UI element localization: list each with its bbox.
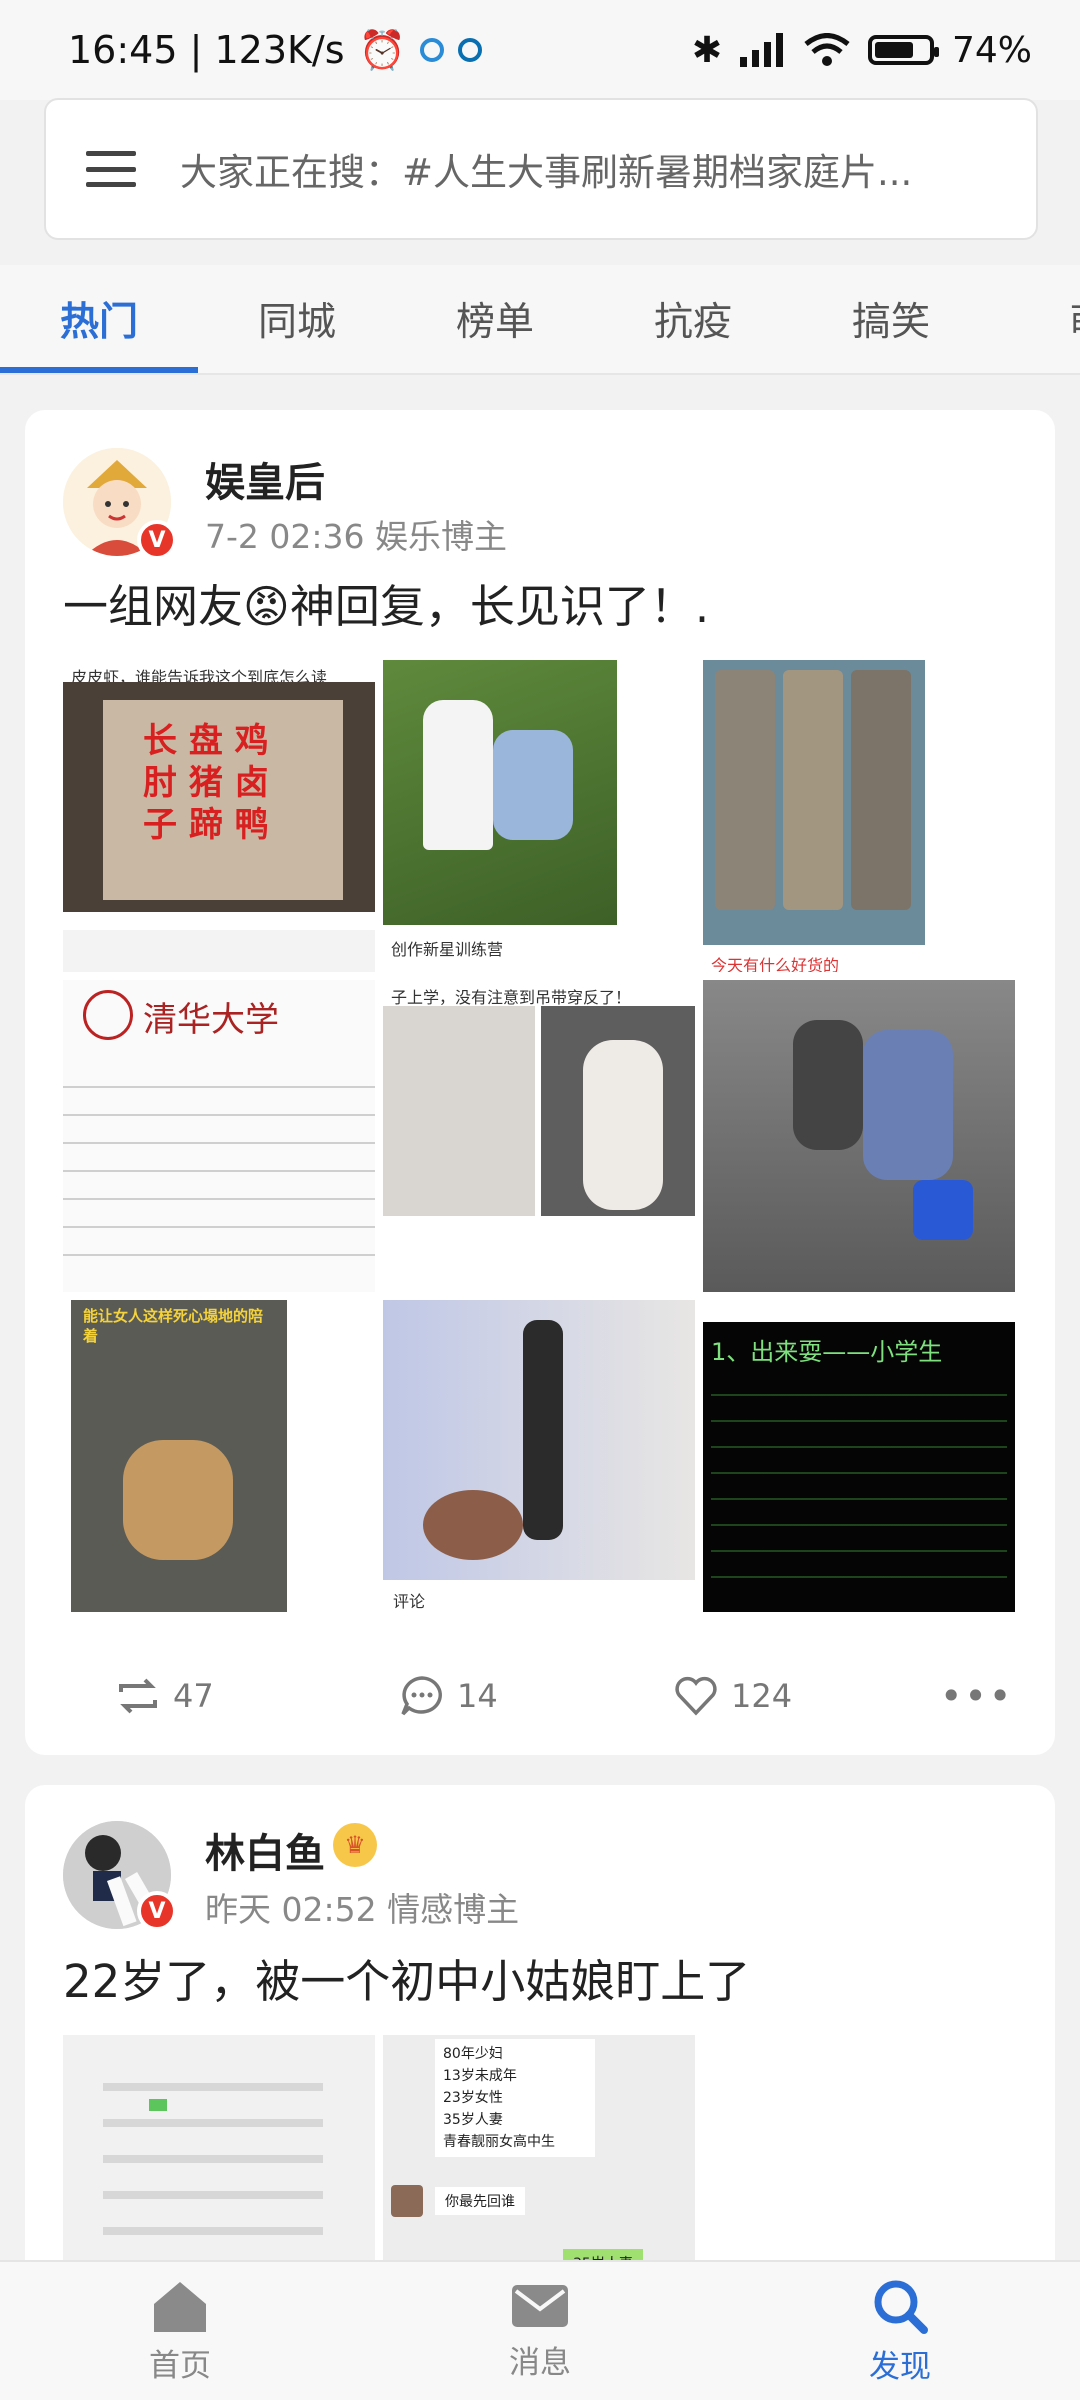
repost-icon <box>119 1678 157 1714</box>
status-bar: 16:45 | 123K/s ⏰ ✱ 74% <box>0 0 1080 100</box>
alarm-icon: ⏰ <box>358 27 406 72</box>
mail-icon <box>512 2284 568 2327</box>
tab-ranking[interactable]: 榜单 <box>396 291 594 347</box>
weibo-discover-page: 16:45 | 123K/s ⏰ ✱ 74% 大家正在搜：#人生大事刷新暑期档家… <box>0 0 1080 2400</box>
username[interactable]: 林白鱼 <box>205 1821 325 1879</box>
more-options-icon[interactable]: ••• <box>940 1674 1013 1718</box>
nav-discover[interactable]: 发现 <box>720 2262 1080 2400</box>
clock-and-speed: 16:45 | 123K/s <box>68 28 345 72</box>
post-image[interactable]: 80年少妇 13岁未成年 23岁女性 35岁人妻 青春靓丽女高中生 你最先回谁 … <box>383 2035 695 2285</box>
post-card[interactable]: V 娱皇后 7-2 02:36 娱乐博主 一组网友😡神回复，长见识了！. 皮皮虾… <box>25 410 1055 1755</box>
battery-icon <box>867 35 939 65</box>
post-actions: 47 14 124 ••• <box>25 1666 1055 1726</box>
post-image[interactable]: 清华大学 <box>63 980 375 1292</box>
verified-badge-icon: V <box>137 520 177 560</box>
menu-icon[interactable] <box>86 151 136 187</box>
like-button[interactable]: 124 <box>673 1675 792 1717</box>
like-count: 124 <box>731 1677 793 1715</box>
verified-badge-icon: V <box>137 1891 177 1931</box>
comment-icon <box>401 1676 442 1716</box>
battery-percent: 74% <box>951 29 1032 71</box>
home-icon <box>154 2281 206 2332</box>
comment-count: 14 <box>457 1677 498 1715</box>
post-image[interactable]: 皮皮虾，谁能告诉我这个到底怎么读 长 盘 鸡肘 猪 卤子 蹄 鸭 <box>63 660 375 972</box>
bluetooth-icon: ✱ <box>691 29 722 71</box>
tab-funny[interactable]: 搞笑 <box>792 291 990 347</box>
post-image[interactable]: 评论 <box>383 1300 695 1612</box>
nav-messages-label: 消息 <box>509 2344 571 2381</box>
category-tabs: 热门 同城 榜单 抗疫 搞笑 萌 <box>0 265 1080 375</box>
search-placeholder[interactable]: 大家正在搜：#人生大事刷新暑期档家庭片... <box>180 142 912 196</box>
bottom-navigation: 首页 消息 发现 <box>0 2260 1080 2400</box>
post-image[interactable]: 能让女人这样死心塌地的陪着 <box>63 1300 375 1612</box>
post-meta: 7-2 02:36 娱乐博主 <box>205 517 507 556</box>
username[interactable]: 娱皇后 <box>205 450 325 508</box>
repost-button[interactable]: 47 <box>115 1676 214 1716</box>
active-tab-indicator <box>0 367 198 373</box>
app-notification-icon-2 <box>457 38 482 62</box>
tab-epidemic[interactable]: 抗疫 <box>594 291 792 347</box>
heart-icon <box>675 1676 717 1716</box>
tab-local[interactable]: 同城 <box>198 291 396 347</box>
app-notification-icon <box>419 38 444 62</box>
repost-count: 47 <box>173 1677 214 1715</box>
post-image[interactable] <box>703 980 1015 1292</box>
post-image[interactable] <box>63 2035 375 2285</box>
wifi-icon <box>804 33 850 66</box>
post-image[interactable]: 创作新星训练营 <box>383 660 695 972</box>
nav-discover-label: 发现 <box>869 2348 931 2385</box>
nav-home-label: 首页 <box>149 2347 211 2384</box>
post-image[interactable]: 子上学，没有注意到吊带穿反了！ <box>383 980 695 1292</box>
post-text[interactable]: 一组网友😡神回复，长见识了！. <box>63 570 709 635</box>
search-icon <box>874 2280 928 2334</box>
search-bar[interactable]: 大家正在搜：#人生大事刷新暑期档家庭片... <box>44 98 1038 240</box>
nav-home[interactable]: 首页 <box>0 2262 360 2400</box>
crown-badge-icon: ♛ <box>333 1823 377 1867</box>
tab-cute[interactable]: 萌 <box>990 291 1080 347</box>
image-grid: 皮皮虾，谁能告诉我这个到底怎么读 长 盘 鸡肘 猪 卤子 蹄 鸭 创作新星训练营… <box>63 660 1017 1612</box>
post-image[interactable]: 今天有什么好货的 <box>703 660 1015 972</box>
comment-button[interactable]: 14 <box>399 1674 498 1718</box>
post-text[interactable]: 22岁了，被一个初中小姑娘盯上了 <box>63 1945 750 2010</box>
image-grid: 80年少妇 13岁未成年 23岁女性 35岁人妻 青春靓丽女高中生 你最先回谁 … <box>63 2035 1017 2285</box>
signal-icon <box>739 33 783 67</box>
tab-hot[interactable]: 热门 <box>0 291 198 347</box>
post-meta: 昨天 02:52 情感博主 <box>205 1890 520 1929</box>
nav-messages[interactable]: 消息 <box>360 2262 720 2400</box>
post-image[interactable]: 1、出来耍——小学生 <box>703 1300 1015 1612</box>
